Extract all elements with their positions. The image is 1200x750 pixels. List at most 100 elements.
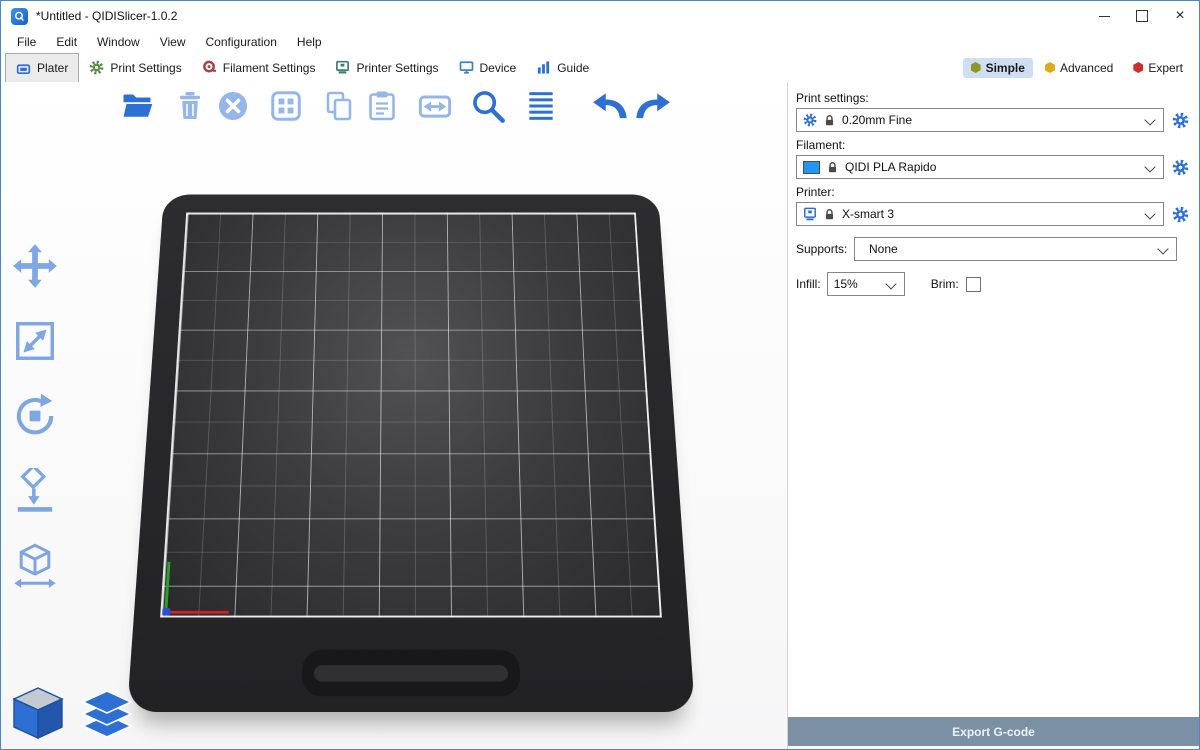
trash-icon [174,90,206,122]
tab-guide[interactable]: Guide [526,53,599,82]
build-plate-grid [160,213,662,618]
view-switcher [9,685,133,741]
z-axis-indicator [162,608,170,616]
bed-plate [127,195,695,712]
advanced-mode-dot-icon [1045,62,1055,73]
menu-configuration[interactable]: Configuration [196,32,287,52]
tab-label: Plater [37,61,68,75]
lock-icon [826,161,839,174]
tab-label: Guide [557,61,589,75]
undo-button[interactable] [590,86,630,126]
tab-label: Device [480,61,517,75]
rotate-button[interactable] [7,388,63,444]
redo-button[interactable] [633,86,673,126]
app-logo-icon [11,8,28,25]
printer-row: X-smart 3 [796,202,1191,226]
print-bed [127,110,695,712]
gear-icon [1172,206,1189,223]
tab-print-settings[interactable]: Print Settings [79,53,191,82]
mode-advanced[interactable]: Advanced [1037,58,1121,78]
move-button[interactable] [7,238,63,294]
print-settings-combo[interactable]: 0.20mm Fine [796,108,1164,132]
export-gcode-button[interactable]: Export G-code [788,717,1199,746]
tab-label: Printer Settings [356,61,438,75]
editor-view-button[interactable] [9,685,67,741]
window-controls: × [1085,1,1199,31]
mode-label: Advanced [1060,61,1113,75]
filament-color-swatch [803,161,820,174]
settings-sidebar: Print settings: 0.20mm Fine Filament: QI… [787,82,1199,749]
title-bar: *Untitled - QIDISlicer-1.0.2 × [1,1,1199,31]
chevron-down-icon [1157,243,1168,254]
mode-label: Simple [986,61,1025,75]
preview-view-button[interactable] [81,689,133,739]
place-on-face-button[interactable] [7,463,63,519]
printer-icon [335,60,350,75]
infill-combo[interactable]: 15% [827,272,905,296]
simple-mode-dot-icon [971,62,981,73]
gear-icon [1172,112,1189,129]
menu-bar: File Edit Window View Configuration Help [1,31,1199,53]
search-button[interactable] [468,86,508,126]
menu-view[interactable]: View [150,32,196,52]
mode-expert[interactable]: Expert [1125,58,1191,78]
arrange-grid-icon [269,89,303,123]
supports-value: None [869,242,898,256]
supports-combo[interactable]: None [854,237,1177,261]
qidislicer-window: *Untitled - QIDISlicer-1.0.2 × File Edit… [0,0,1200,750]
tab-device[interactable]: Device [449,53,527,82]
filament-spool-icon [202,60,217,75]
viewport-3d[interactable] [1,82,787,749]
menu-file[interactable]: File [7,32,46,52]
monitor-icon [459,60,474,75]
minimize-button[interactable] [1085,1,1123,31]
tab-bar: Plater Print Settings Filament Settings … [1,53,1199,83]
mode-label: Expert [1148,61,1183,75]
delete-button[interactable] [170,86,210,126]
tab-filament-settings[interactable]: Filament Settings [192,53,326,82]
printer-combo[interactable]: X-smart 3 [796,202,1164,226]
filament-combo[interactable]: QIDI PLA Rapido [796,155,1164,179]
bars-icon [536,60,551,75]
brim-label: Brim: [931,277,959,291]
arrange-button[interactable] [266,86,306,126]
supports-row: Supports: None [796,237,1191,261]
maximize-button[interactable] [1123,1,1161,31]
tab-plater[interactable]: Plater [5,53,79,82]
printer-value: X-smart 3 [842,207,894,221]
print-settings-gear-button[interactable] [1169,109,1191,131]
chevron-down-icon [1144,114,1155,125]
delete-all-button[interactable] [213,86,253,126]
gear-icon [89,60,104,75]
measure-button[interactable] [7,538,63,594]
paste-button[interactable] [362,86,402,126]
folder-open-icon [119,90,155,122]
printer-gear-button[interactable] [1169,203,1191,225]
copy-button[interactable] [319,86,359,126]
tab-printer-settings[interactable]: Printer Settings [325,53,448,82]
menu-edit[interactable]: Edit [46,32,87,52]
menu-help[interactable]: Help [287,32,332,52]
circle-x-icon [216,89,250,123]
open-file-button[interactable] [117,86,157,126]
mode-selector: Simple Advanced Expert [963,53,1199,82]
filament-value: QIDI PLA Rapido [845,160,936,174]
variable-layer-height-button[interactable] [521,86,561,126]
split-objects-button[interactable] [415,86,455,126]
infill-row: Infill: 15% Brim: [796,272,1191,296]
move-arrows-icon [12,243,58,289]
chevron-down-icon [1144,208,1155,219]
split-arrows-icon [417,88,453,124]
viewport-toolbar [117,86,676,126]
printer-label: Printer: [796,185,1191,199]
tab-label: Print Settings [110,61,181,75]
filament-gear-button[interactable] [1169,156,1191,178]
printer-icon [803,207,817,221]
scale-button[interactable] [7,313,63,369]
close-button[interactable]: × [1161,1,1199,31]
chevron-down-icon [885,278,896,289]
brim-checkbox[interactable] [966,277,981,292]
menu-window[interactable]: Window [87,32,150,52]
mode-simple[interactable]: Simple [963,58,1033,78]
print-settings-label: Print settings: [796,91,1191,105]
